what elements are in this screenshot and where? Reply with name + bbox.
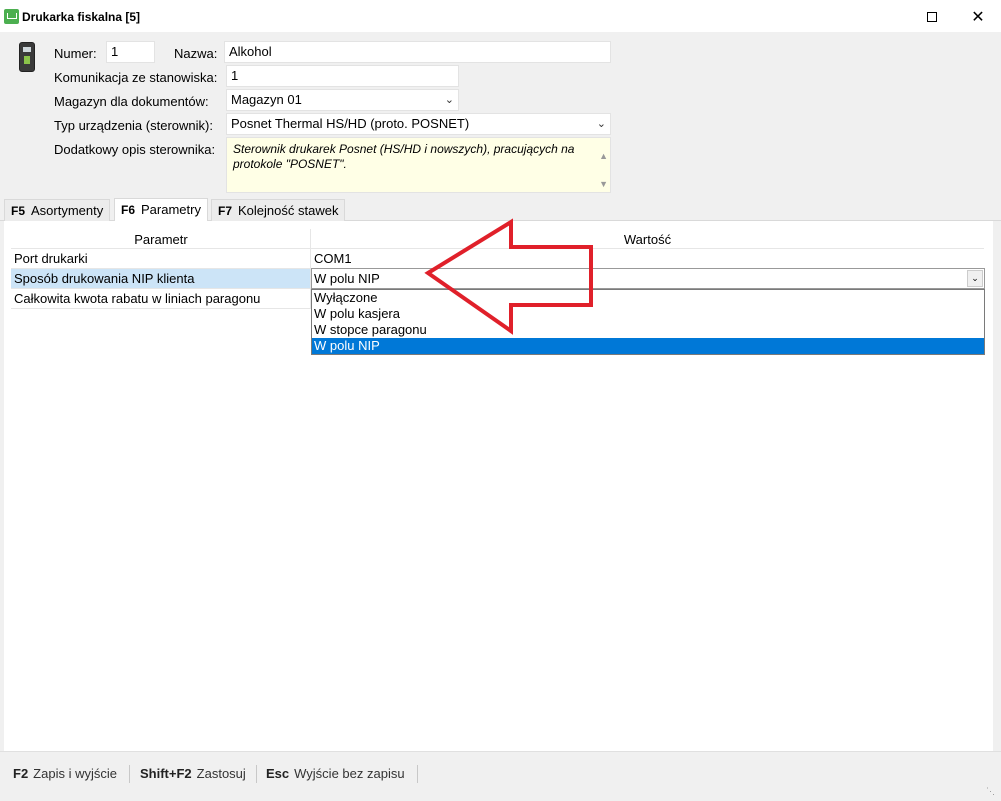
footer-separator [417, 765, 418, 783]
button-label: Zastosuj [196, 766, 246, 781]
red-arrow-annotation [424, 218, 593, 335]
button-label: Zapis i wyjście [33, 766, 117, 781]
red-arrow-left-icon [424, 218, 593, 335]
button-label: Wyjście bez zapisu [294, 766, 405, 781]
shortcut-key: Shift+F2 [140, 766, 192, 781]
save-exit-button[interactable]: F2 Zapis i wyjście [13, 766, 117, 781]
exit-without-save-button[interactable]: Esc Wyjście bez zapisu [266, 766, 405, 781]
footer-separator [256, 765, 257, 783]
footer-separator [129, 765, 130, 783]
resize-grip-icon[interactable]: ⋱ [986, 786, 995, 797]
shortcut-key: Esc [266, 766, 290, 781]
shortcut-key: F2 [13, 766, 29, 781]
footer-toolbar: F2 Zapis i wyjście Shift+F2 Zastosuj Esc Wy… [0, 751, 1001, 801]
apply-button[interactable]: Shift+F2 Zastosuj [140, 766, 246, 781]
